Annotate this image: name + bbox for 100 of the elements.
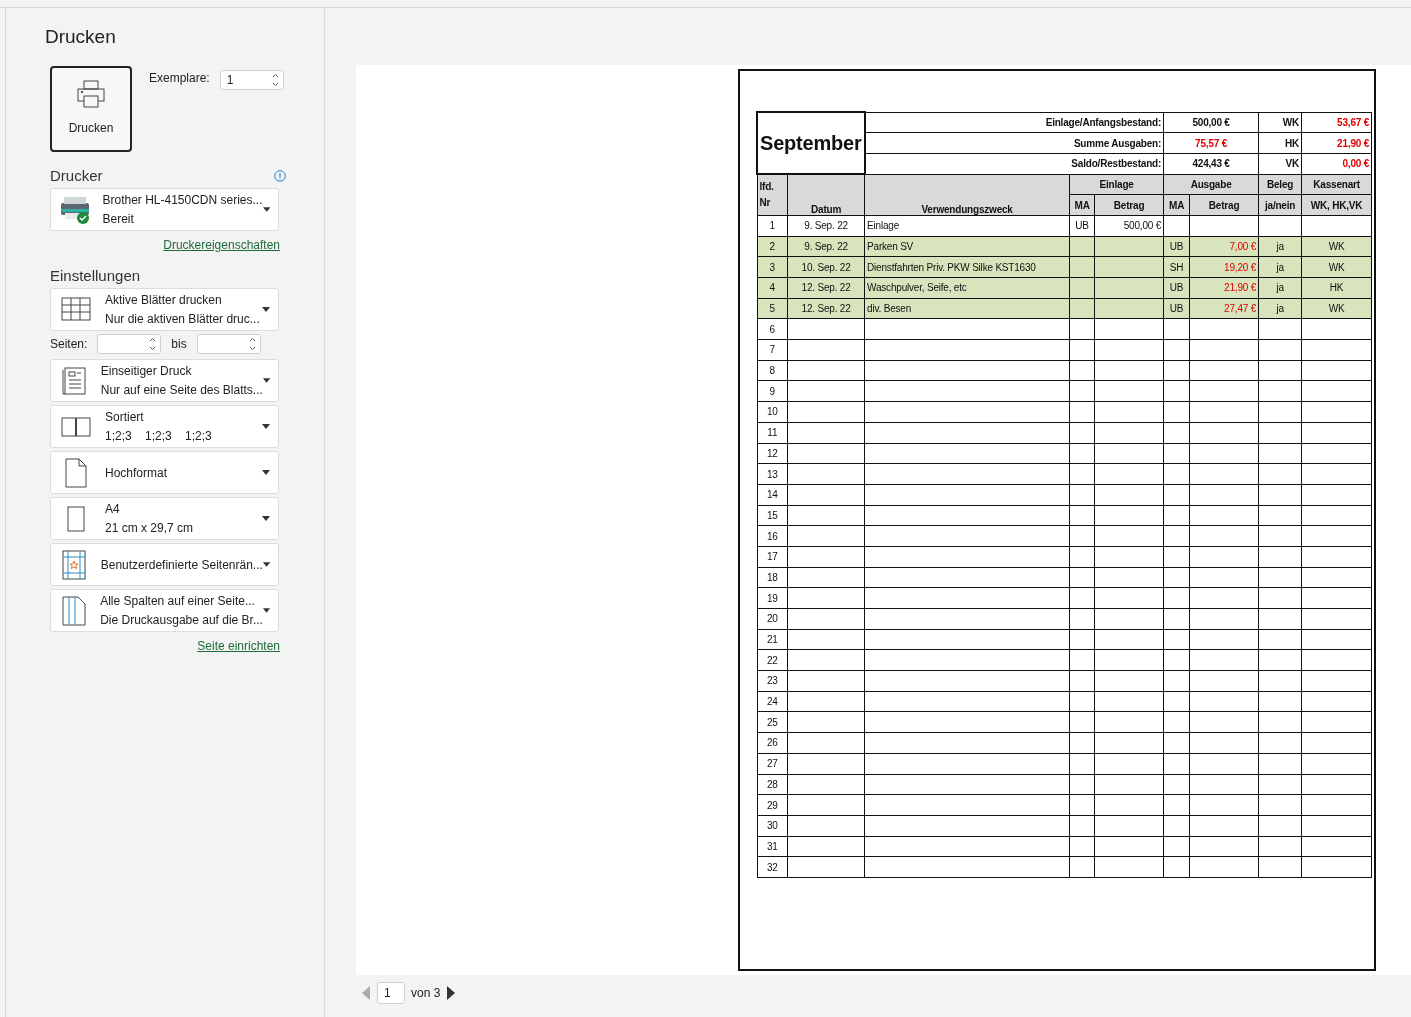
setting-dropdown[interactable]: Sortiert 1;2;3 1;2;3 1;2;3 xyxy=(50,405,279,448)
info-icon[interactable] xyxy=(274,169,286,182)
table-cell xyxy=(1301,732,1372,754)
summary-value: 424,43 € xyxy=(1163,153,1259,175)
table-cell xyxy=(1069,649,1095,671)
table-cell: 26 xyxy=(757,732,788,754)
pages-label: Seiten: xyxy=(50,336,88,352)
paper-size-icon xyxy=(67,505,85,532)
table-cell: 3 xyxy=(757,256,788,278)
table-cell xyxy=(1189,670,1259,692)
cash-type-label: HK xyxy=(1258,132,1302,154)
table-cell: 20 xyxy=(757,608,788,630)
table-cell xyxy=(1163,774,1190,795)
spin-arrows-icon[interactable] xyxy=(149,337,157,351)
setting-dropdown[interactable]: Alle Spalten auf einer Seite... Die Druckausgabe auf die Br... xyxy=(50,589,279,632)
next-page-icon[interactable] xyxy=(446,985,457,1001)
setting-dropdown[interactable]: Hochformat xyxy=(50,451,279,494)
table-cell xyxy=(1301,649,1372,671)
cash-type-label: VK xyxy=(1258,153,1302,175)
table-cell: div. Besen xyxy=(864,298,1070,319)
table-cell xyxy=(1189,587,1259,609)
table-cell xyxy=(1094,380,1164,402)
caret-icon xyxy=(262,516,270,521)
table-cell xyxy=(1189,380,1259,402)
caret-icon xyxy=(262,562,270,567)
table-cell: 9. Sep. 22 xyxy=(787,215,865,237)
caret-icon xyxy=(262,608,270,613)
summary-label: Summe Ausgaben: xyxy=(864,132,1164,154)
spin-arrows-icon[interactable] xyxy=(271,73,279,87)
table-cell xyxy=(1094,546,1164,568)
table-cell xyxy=(1189,505,1259,526)
table-cell xyxy=(1069,505,1095,526)
table-cell xyxy=(1301,463,1372,485)
spin-arrows-icon[interactable] xyxy=(248,337,256,351)
table-cell xyxy=(1163,856,1190,878)
table-cell: UB xyxy=(1163,277,1190,299)
summary-value: 500,00 € xyxy=(1163,112,1259,133)
table-cell: HK xyxy=(1301,277,1372,299)
table-cell xyxy=(1163,629,1190,650)
table-cell xyxy=(1069,732,1095,754)
printer-properties-link[interactable]: Druckereigenschaften xyxy=(163,238,280,252)
table-cell: 7,00 € xyxy=(1189,236,1259,257)
table-cell xyxy=(1069,236,1095,257)
table-cell xyxy=(1189,753,1259,774)
table-cell: 1 xyxy=(757,215,788,237)
table-cell xyxy=(1258,608,1302,630)
table-cell xyxy=(1094,711,1164,733)
setting-dropdown[interactable]: Aktive Blätter drucken Nur die aktiven Blätter druc... xyxy=(50,288,279,331)
table-cell: 21,90 € xyxy=(1189,277,1259,299)
table-cell xyxy=(1189,484,1259,506)
table-cell xyxy=(1189,422,1259,443)
caret-icon xyxy=(262,470,270,475)
pages-to-label: bis xyxy=(171,336,187,352)
document-page-icon xyxy=(61,366,86,395)
table-cell xyxy=(1301,711,1372,733)
table-cell: WK xyxy=(1301,236,1372,257)
section-heading: Einstellungen xyxy=(50,267,141,284)
table-cell xyxy=(1163,794,1190,816)
printer-dropdown[interactable]: Brother HL-4150CDN series... Bereit xyxy=(50,188,279,231)
table-cell xyxy=(1189,525,1259,547)
setting-dropdown[interactable]: Einseitiger Druck Nur auf eine Seite des Blatts... xyxy=(50,359,279,402)
table-cell xyxy=(1258,794,1302,816)
grid-sheet-icon xyxy=(61,296,91,323)
summary-value: 75,57 € xyxy=(1163,132,1259,154)
copies-spinner[interactable]: 1 xyxy=(219,70,284,90)
table-cell xyxy=(1301,753,1372,774)
print-button[interactable]: Drucken xyxy=(50,66,132,152)
table-cell xyxy=(1069,711,1095,733)
table-cell xyxy=(1301,567,1372,588)
table-cell xyxy=(1069,401,1095,423)
table-cell xyxy=(1189,339,1259,361)
table-cell xyxy=(1258,587,1302,609)
page-setup-link[interactable]: Seite einrichten xyxy=(197,639,280,653)
table-cell xyxy=(1094,753,1164,774)
margins-icon xyxy=(61,549,86,580)
table-cell xyxy=(1069,608,1095,630)
table-cell xyxy=(1094,484,1164,506)
section-heading: Drucker xyxy=(50,167,103,184)
table-cell: 9. Sep. 22 xyxy=(787,236,865,257)
table-cell xyxy=(1069,525,1095,547)
table-cell xyxy=(1069,277,1095,299)
page-number-field[interactable]: 1 xyxy=(377,982,405,1004)
table-cell xyxy=(1301,629,1372,650)
fit-columns-icon xyxy=(61,595,86,626)
table-cell: WK xyxy=(1301,256,1372,278)
setting-dropdown[interactable]: A4 21 cm x 29,7 cm xyxy=(50,497,279,540)
table-cell xyxy=(1258,711,1302,733)
table-cell xyxy=(1258,525,1302,547)
table-cell xyxy=(1301,836,1372,857)
table-cell xyxy=(1094,794,1164,816)
table-cell xyxy=(1189,794,1259,816)
table-cell xyxy=(1069,360,1095,381)
table-cell xyxy=(1258,339,1302,361)
setting-dropdown[interactable]: Benutzerdefinierte Seitenrän... xyxy=(50,543,279,586)
table-cell xyxy=(1189,629,1259,650)
table-cell xyxy=(1069,670,1095,692)
table-cell xyxy=(1094,774,1164,795)
table-cell xyxy=(1301,318,1372,340)
table-cell: 22 xyxy=(757,649,788,671)
table-cell xyxy=(1069,836,1095,857)
